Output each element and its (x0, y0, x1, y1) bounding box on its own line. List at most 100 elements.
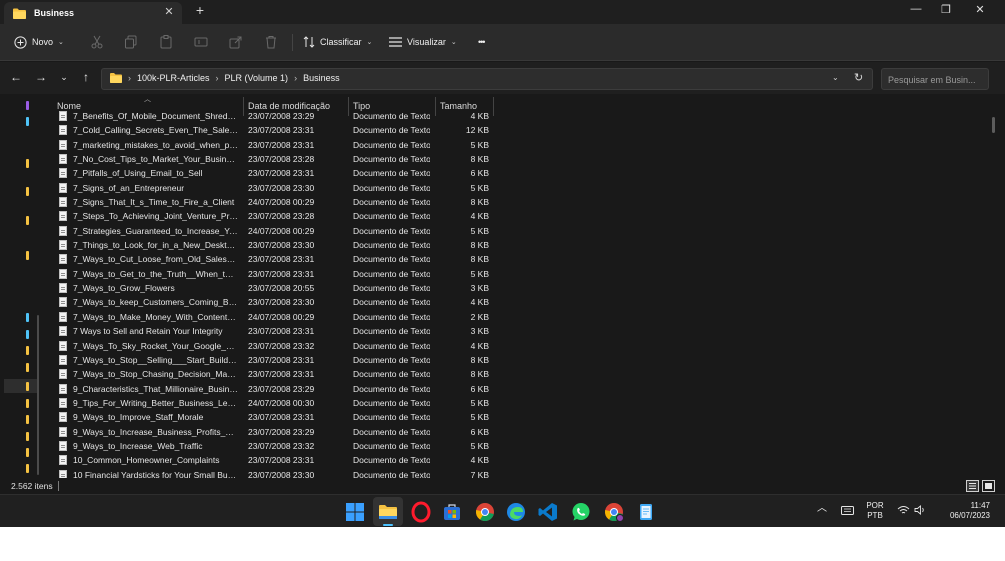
folder-icon[interactable] (26, 159, 29, 168)
large-icons-view-button[interactable] (982, 480, 995, 492)
folder-icon[interactable] (26, 432, 29, 441)
search-box[interactable] (881, 68, 989, 90)
table-row[interactable]: 9_Characteristics_That_Millionaire_Busin… (52, 382, 990, 396)
folder-icon[interactable] (26, 251, 29, 260)
vscode-icon[interactable] (537, 501, 559, 523)
breadcrumb: › 100k-PLR-Articles › PLR (Volume 1) › B… (110, 73, 340, 83)
paste-icon[interactable] (159, 35, 173, 49)
folder-icon[interactable] (26, 216, 29, 225)
text-document-icon (59, 469, 67, 478)
folder-icon[interactable] (26, 346, 29, 355)
table-row[interactable]: 7_Ways_to_Cut_Loose_from_Old_Sales_Techn… (52, 252, 990, 266)
whatsapp-icon[interactable] (570, 501, 592, 523)
volume-icon[interactable] (914, 505, 926, 515)
text-document-icon (59, 397, 67, 408)
folder-icon[interactable] (26, 363, 29, 372)
file-modified-date: 23/07/2008 23:30 (248, 240, 315, 251)
refresh-icon[interactable]: ↻ (854, 71, 863, 84)
breadcrumb-item-plr-volume-1[interactable]: PLR (Volume 1) (225, 73, 289, 83)
file-modified-date: 23/07/2008 23:29 (248, 383, 315, 394)
file-modified-date: 23/07/2008 23:31 (248, 168, 315, 179)
details-view-button[interactable] (966, 480, 979, 492)
folder-icon[interactable] (26, 448, 29, 457)
search-input[interactable] (888, 73, 984, 86)
tab-business[interactable]: Business ✕ (4, 2, 182, 24)
table-row[interactable]: 7_Pitfalls_of_Using_Email_to_Sell 23/07/2… (52, 166, 990, 180)
file-type: Documento de Texto (353, 455, 430, 466)
microsoft-store-icon[interactable] (441, 501, 463, 523)
table-row[interactable]: 7_Strategies_Guaranteed_to_Increase_Your… (52, 224, 990, 238)
keyboard-icon[interactable] (841, 506, 854, 515)
navigation-pane-scrollbar[interactable] (37, 315, 39, 475)
up-arrow-icon[interactable]: ↑ (79, 70, 93, 84)
nav-item-icon[interactable] (26, 101, 29, 110)
table-row[interactable]: 7 Ways to Sell and Retain Your Integrity… (52, 324, 990, 338)
file-list-scrollbar[interactable] (992, 117, 995, 133)
table-row[interactable]: 7_Steps_To_Achieving_Joint_Venture_Proje… (52, 209, 990, 223)
table-row[interactable]: 7_Cold_Calling_Secrets_Even_The_Sales_Pr… (52, 123, 990, 137)
new-tab-button[interactable]: + (192, 2, 208, 18)
table-row[interactable]: 7_Ways_to_Get_to_the_Truth__When_the_Cli… (52, 267, 990, 281)
close-window-button[interactable]: ✕ (966, 3, 994, 19)
table-row[interactable]: 7_Signs_That_It_s_Time_to_Fire_a_Client 2… (52, 195, 990, 209)
forward-arrow-icon[interactable]: → (34, 70, 48, 84)
chrome-profile-icon[interactable] (603, 501, 625, 523)
table-row[interactable]: 9_Ways_to_Increase_Web_Traffic 23/07/2008… (52, 439, 990, 453)
close-tab-icon[interactable]: ✕ (162, 5, 176, 18)
file-size: 7 KB (470, 469, 489, 478)
folder-icon[interactable] (26, 399, 29, 408)
recent-locations-chevron-icon[interactable]: ⌄ (57, 70, 71, 84)
file-explorer-icon[interactable] (377, 501, 399, 523)
table-row[interactable]: 7_Benefits_Of_Mobile_Document_Shredding 2… (52, 109, 990, 123)
more-options-button[interactable]: ••• (478, 34, 486, 50)
table-row[interactable]: 7_Ways_to_Stop__Selling___Start_Building… (52, 353, 990, 367)
breadcrumb-item-business[interactable]: Business (303, 73, 340, 83)
folder-icon[interactable] (26, 187, 29, 196)
table-row[interactable]: 10 Financial Yardsticks for Your Small B… (52, 468, 990, 478)
notepad-icon[interactable] (635, 501, 657, 523)
windows-start-icon[interactable] (344, 501, 366, 523)
new-button[interactable]: Novo ⌄ (14, 34, 64, 50)
table-row[interactable]: 7_marketing_mistakes_to_avoid_when_promo… (52, 138, 990, 152)
tray-overflow-chevron-icon[interactable]: ︿ (817, 504, 827, 514)
back-arrow-icon[interactable]: ← (9, 70, 23, 84)
table-row[interactable]: 9_Ways_to_Increase_Business_Profits_Quic… (52, 425, 990, 439)
table-row[interactable]: 7_Ways_to_Make_Money_With_Content_Sites 2… (52, 310, 990, 324)
folder-icon[interactable] (26, 415, 29, 424)
chrome-icon[interactable] (474, 501, 496, 523)
cut-icon[interactable] (90, 35, 104, 49)
table-row[interactable]: 9_Tips_For_Writing_Better_Business_Lette… (52, 396, 990, 410)
sort-button[interactable]: Classificar ⌄ (303, 34, 372, 50)
table-row[interactable]: 7_Ways_to_keep_Customers_Coming_Back 23/0… (52, 295, 990, 309)
text-document-icon (59, 225, 67, 236)
table-row[interactable]: 10_Common_Homeowner_Complaints 23/07/2008… (52, 453, 990, 467)
address-history-chevron-icon[interactable]: ⌄ (832, 73, 839, 82)
minimize-button[interactable]: — (902, 3, 930, 19)
share-icon[interactable] (229, 35, 243, 49)
address-bar[interactable]: › 100k-PLR-Articles › PLR (Volume 1) › B… (101, 68, 873, 90)
file-modified-date: 23/07/2008 23:31 (248, 369, 315, 380)
table-row[interactable]: 7_Ways_to_Stop_Chasing_Decision_Makers 23… (52, 367, 990, 381)
breadcrumb-item-100k-plr-articles[interactable]: 100k-PLR-Articles (137, 73, 210, 83)
table-row[interactable]: 7_Ways_To_Sky_Rocket_Your_Google_AdSense… (52, 339, 990, 353)
nav-item-selected[interactable] (4, 379, 37, 393)
table-row[interactable]: 9_Ways_to_Improve_Staff_Morale 23/07/2008… (52, 410, 990, 424)
view-button[interactable]: Visualizar ⌄ (389, 34, 457, 50)
nav-item-icon[interactable] (26, 117, 29, 126)
table-row[interactable]: 7_Things_to_Look_for_in_a_New_Desktop_PC… (52, 238, 990, 252)
opera-icon[interactable] (410, 501, 432, 523)
nav-item-icon[interactable] (26, 330, 29, 339)
language-indicator[interactable]: POR PTB (862, 501, 888, 521)
clock[interactable]: 11:47 06/07/2023 (934, 501, 990, 521)
copy-icon[interactable] (124, 35, 138, 49)
restore-button[interactable]: ❐ (932, 3, 960, 19)
table-row[interactable]: 7_No_Cost_Tips_to_Market_Your_Business 23… (52, 152, 990, 166)
rename-icon[interactable] (194, 35, 208, 49)
table-row[interactable]: 7_Ways_to_Grow_Flowers 23/07/2008 20:55 Do… (52, 281, 990, 295)
wifi-icon[interactable] (897, 505, 910, 515)
folder-icon[interactable] (26, 464, 29, 473)
table-row[interactable]: 7_Signs_of_an_Entrepreneur 23/07/2008 23:… (52, 181, 990, 195)
edge-icon[interactable] (505, 501, 527, 523)
nav-item-icon[interactable] (26, 313, 29, 322)
delete-icon[interactable] (264, 35, 278, 49)
